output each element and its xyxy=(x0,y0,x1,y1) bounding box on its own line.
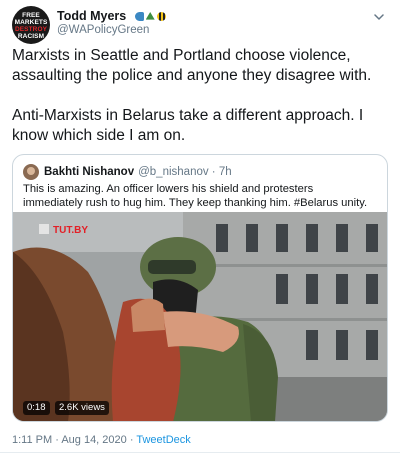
quoted-header: Bakhti Nishanov @b_nishanov · 7h xyxy=(23,164,232,180)
video-duration: 0:18 xyxy=(23,401,50,415)
author-block: Todd Myers @WAPolicyGreen xyxy=(57,9,166,37)
video-frame: TUT.BY xyxy=(13,212,387,421)
bee-icon xyxy=(156,12,166,21)
fish-icon xyxy=(134,12,144,21)
avatar-line-2: MARKETS xyxy=(14,19,48,26)
tweet-text: Marxists in Seattle and Portland choose … xyxy=(12,47,372,144)
quoted-author-name[interactable]: Bakhti Nishanov xyxy=(44,165,134,179)
avatar-line-1: FREE xyxy=(22,12,40,19)
author-handle[interactable]: @WAPolicyGreen xyxy=(57,24,166,37)
quoted-text: This is amazing. An officer lowers his s… xyxy=(23,183,368,209)
quoted-avatar[interactable] xyxy=(23,164,39,180)
tweet-timestamp[interactable]: 1:11 PM · Aug 14, 2020 · xyxy=(12,434,136,446)
quoted-author-handle[interactable]: @b_nishanov · 7h xyxy=(138,165,232,179)
video-views: 2.6K views xyxy=(55,401,109,415)
author-name[interactable]: Todd Myers xyxy=(57,9,126,23)
tree-icon xyxy=(145,12,155,20)
video-watermark: TUT.BY xyxy=(53,225,88,236)
video-player[interactable]: TUT.BY 0:18 2.6K views xyxy=(13,212,387,421)
avatar-line-3: DESTROY xyxy=(14,26,48,33)
tweet-source-link[interactable]: TweetDeck xyxy=(136,434,190,446)
avatar-line-4: RACISM xyxy=(17,33,45,40)
chevron-down-icon[interactable] xyxy=(372,10,386,24)
divider xyxy=(0,452,400,453)
quoted-tweet[interactable]: Bakhti Nishanov @b_nishanov · 7h This is… xyxy=(12,154,388,422)
author-avatar[interactable]: FREE MARKETS DESTROY RACISM xyxy=(12,6,50,44)
name-emoji xyxy=(134,12,166,21)
tweet-metadata: 1:11 PM · Aug 14, 2020 · TweetDeck xyxy=(12,434,191,446)
